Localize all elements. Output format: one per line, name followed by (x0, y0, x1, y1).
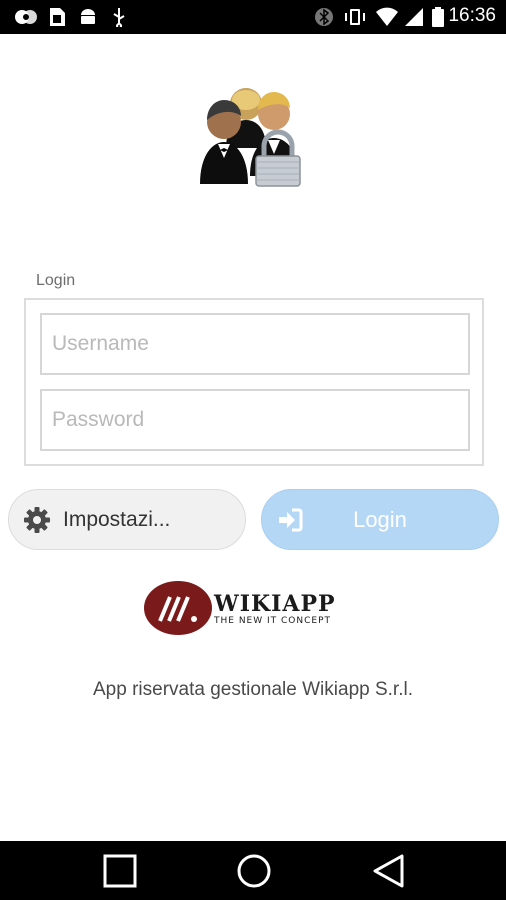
login-fieldset (24, 298, 484, 466)
wikiapp-logo-mark (144, 581, 212, 635)
navigation-bar (0, 841, 506, 900)
username-field-wrapper (40, 313, 470, 375)
wifi-icon (376, 7, 398, 26)
gear-icon (24, 506, 50, 533)
back-icon[interactable] (370, 853, 406, 889)
recents-icon[interactable] (102, 853, 138, 889)
settings-button-label: Impostazi... (63, 507, 171, 531)
bluetooth-icon (315, 8, 333, 26)
wikiapp-logo: WIKIAPP THE NEW IT CONCEPT (144, 579, 350, 637)
logo-tagline: THE NEW IT CONCEPT (214, 616, 331, 626)
login-button[interactable]: Login (261, 489, 499, 550)
circles-icon (15, 10, 37, 24)
vibrate-icon (345, 9, 365, 25)
battery-icon (432, 7, 444, 27)
password-field-wrapper (40, 389, 470, 451)
home-icon[interactable] (236, 853, 272, 889)
footer-note: App riservata gestionale Wikiapp S.r.l. (93, 679, 413, 700)
sim-card-icon (50, 8, 65, 26)
logo-brand: WIKIAPP (214, 591, 336, 617)
usb-icon (113, 8, 125, 27)
status-time: 16:36 (448, 5, 496, 26)
status-bar: 16:36 (0, 0, 506, 34)
username-input[interactable] (42, 315, 468, 373)
login-button-label: Login (353, 506, 407, 532)
signal-icon (405, 8, 423, 26)
users-lock-icon (200, 88, 301, 187)
android-icon (81, 9, 95, 24)
login-legend: Login (36, 272, 76, 289)
settings-button[interactable]: Impostazi... (8, 489, 246, 550)
password-input[interactable] (42, 391, 468, 449)
